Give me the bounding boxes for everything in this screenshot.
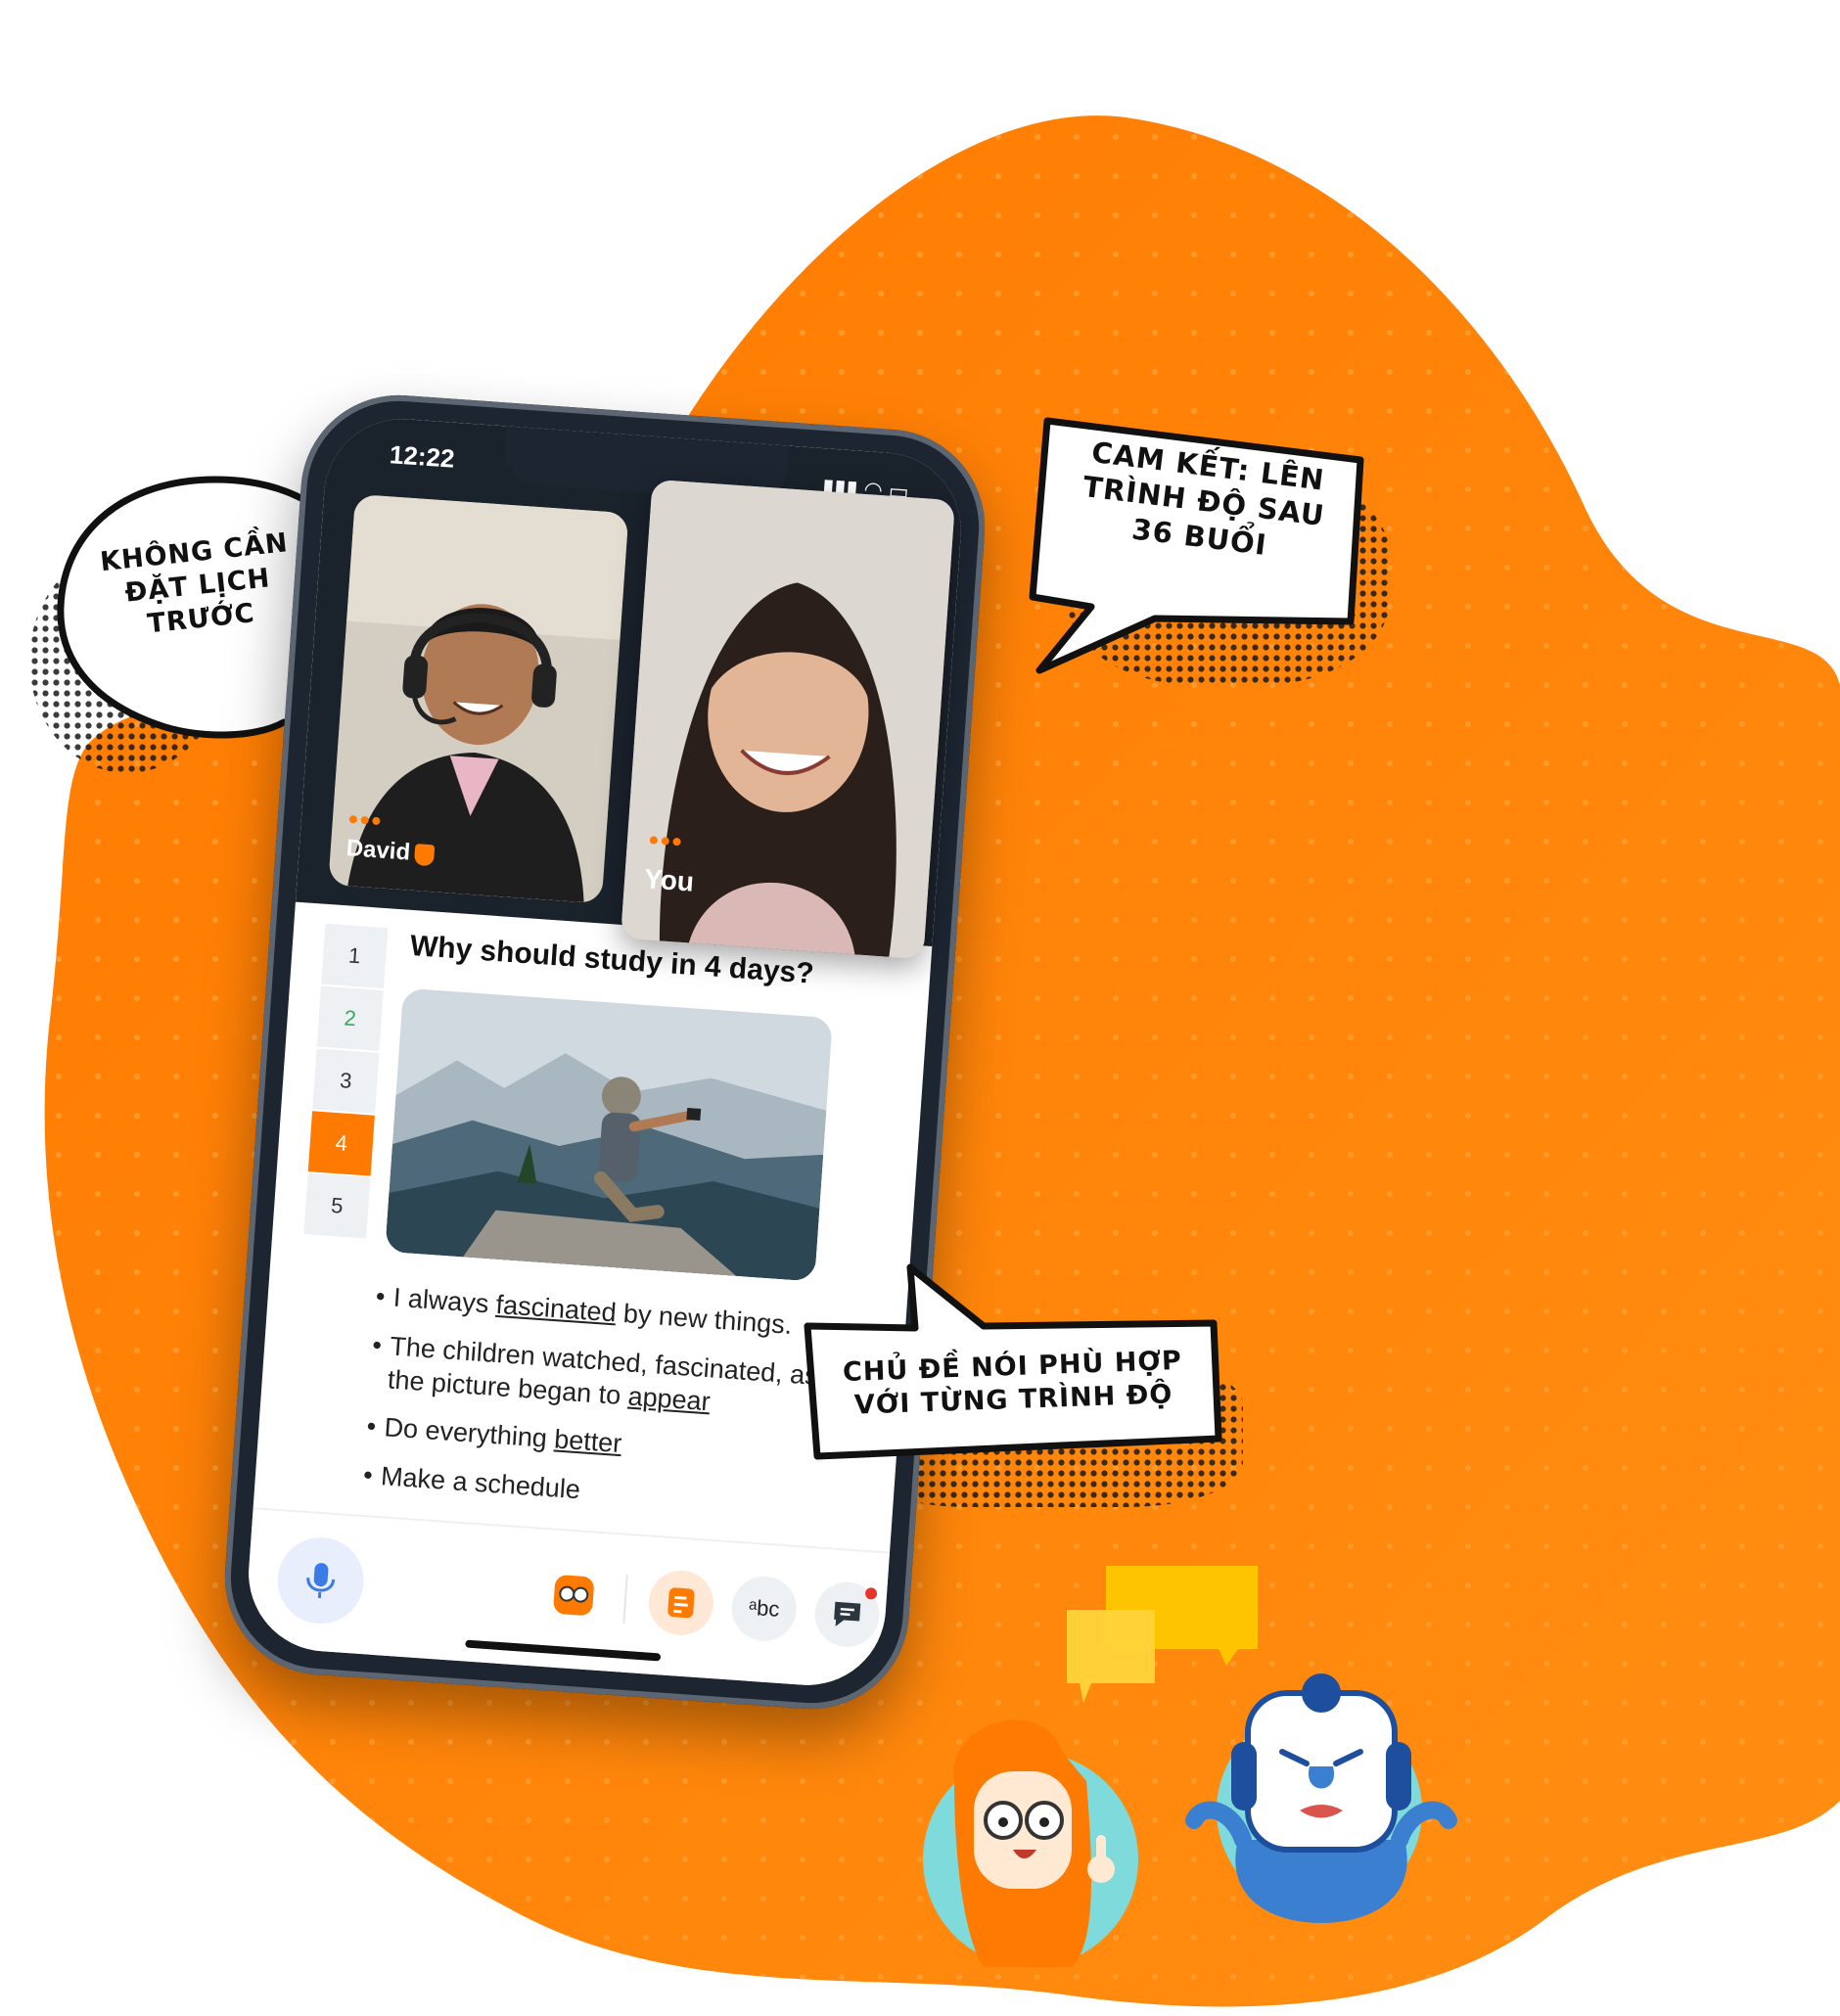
- microphone-button[interactable]: [274, 1535, 367, 1627]
- home-indicator: [465, 1639, 662, 1662]
- bubble-topics-text: Chủ đề nói phù hợp với từng trình độ: [816, 1344, 1210, 1423]
- self-video-tile[interactable]: ••• You: [620, 479, 956, 960]
- step-item[interactable]: 5: [303, 1173, 371, 1241]
- tutor-face-icon: [553, 1575, 594, 1616]
- chat-button[interactable]: [812, 1580, 882, 1649]
- document-icon: [667, 1587, 695, 1619]
- tutor-profile-button[interactable]: [539, 1561, 608, 1629]
- speaking-indicator: •••: [648, 824, 685, 857]
- vocab-word[interactable]: fascinated: [495, 1290, 618, 1328]
- bullet-text: Make a schedule: [380, 1461, 581, 1505]
- lesson-image: [385, 987, 833, 1282]
- step-item[interactable]: 3: [312, 1048, 380, 1116]
- lesson-steps: 1 2 3 4 5: [303, 923, 389, 1241]
- chat-icon: [834, 1601, 861, 1627]
- bullet-text: Do everything: [383, 1412, 556, 1454]
- vocabulary-button[interactable]: ᵃbc: [729, 1574, 799, 1643]
- step-item[interactable]: 2: [316, 985, 384, 1053]
- promo-stage: Không cần đặt lịch trước Cam kết: Lên tr…: [0, 0, 1840, 2016]
- microphone-icon: [306, 1563, 336, 1599]
- bullet-text: by new things.: [615, 1298, 794, 1340]
- blue-mascot: [1185, 1673, 1457, 1923]
- notification-dot: [864, 1586, 878, 1600]
- abc-icon: ᵃbc: [748, 1594, 781, 1622]
- vocab-word[interactable]: appear: [627, 1381, 712, 1416]
- bullet-text: The children watched, fascinated, as the…: [387, 1331, 819, 1410]
- orange-mascot: [923, 1719, 1138, 1967]
- step-item-active[interactable]: 4: [307, 1111, 375, 1178]
- speaking-indicator: •••: [346, 803, 385, 837]
- document-button[interactable]: [646, 1568, 716, 1638]
- lesson-bullets: I always fascinated by new things. The c…: [361, 1280, 836, 1539]
- tutor-video-tile[interactable]: ••• David: [328, 493, 629, 904]
- vocab-word[interactable]: better: [553, 1425, 622, 1459]
- self-label: You: [643, 863, 696, 897]
- status-time: 12:22: [389, 439, 456, 474]
- bullet-text: I always: [391, 1282, 497, 1319]
- tutor-name: David: [345, 835, 412, 866]
- toolbar-divider: [622, 1574, 628, 1624]
- bullet-item: The children watched, fascinated, as the…: [369, 1329, 833, 1427]
- step-item[interactable]: 1: [320, 923, 389, 991]
